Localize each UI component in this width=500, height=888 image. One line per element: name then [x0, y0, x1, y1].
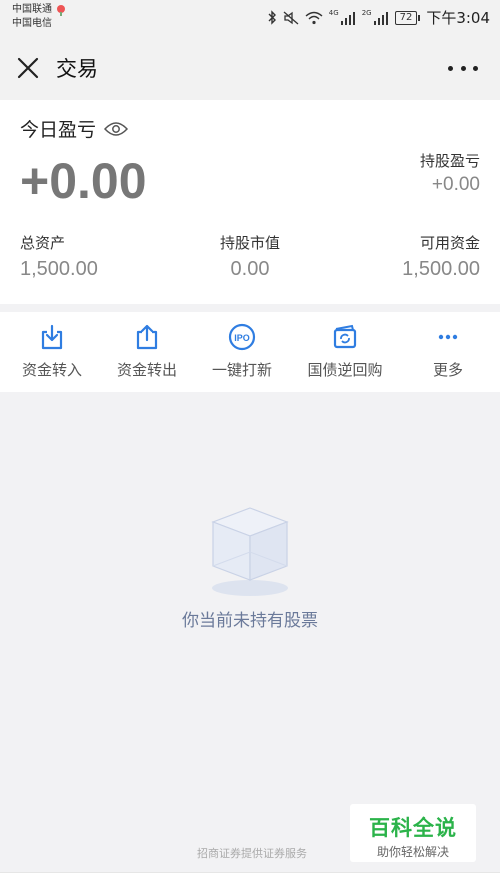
today-pl-value: +0.00 — [20, 153, 147, 209]
location-icon — [57, 5, 65, 16]
today-pl-label: 今日盈亏 — [20, 119, 97, 141]
bluetooth-icon — [268, 10, 276, 25]
signal-icon-2 — [373, 11, 388, 25]
action-row: 资金转入 资金转出 IPO 一键打新 国债逆回购 更多 — [0, 312, 500, 392]
more-label: 更多 — [432, 361, 463, 379]
holding-pl-label: 持股盈亏 — [419, 152, 480, 170]
more-dot — [448, 65, 453, 71]
signal-icon — [340, 11, 355, 25]
more-dot — [473, 65, 478, 71]
ipo-label: 一键打新 — [211, 361, 272, 379]
network-type-2: 2G — [361, 8, 372, 17]
page-title: 交易 — [56, 57, 98, 81]
carrier-1: 中国联通 — [12, 4, 52, 15]
title-bar: 交易 — [0, 36, 500, 100]
ipo-icon: IPO — [228, 323, 256, 351]
ipo-button[interactable]: IPO 一键打新 — [192, 312, 292, 392]
repo-icon — [333, 324, 357, 349]
transfer-out-label: 资金转出 — [116, 361, 177, 379]
more-dot — [460, 65, 466, 71]
watermark-logo: 百科全说 助你轻松解决 — [350, 804, 476, 862]
transfer-out-icon — [136, 324, 158, 350]
empty-box-icon — [211, 507, 289, 596]
system-icons: 4G 2G 72 下午3:04 — [267, 7, 490, 28]
status-bar: 中国联通 中国电信 4G 2G 72 下午3:04 — [0, 0, 500, 36]
transfer-in-icon — [41, 324, 63, 350]
account-summary: 今日盈亏 +0.00 持股盈亏 +0.00 总资产 1,500.00 持股市值 … — [0, 100, 500, 304]
transfer-out-button[interactable]: 资金转出 — [97, 312, 197, 392]
repo-button[interactable]: 国债逆回购 — [295, 312, 395, 392]
empty-state-text: 你当前未持有股票 — [182, 611, 318, 631]
holding-pl-value: +0.00 — [431, 174, 480, 195]
repo-label: 国债逆回购 — [307, 361, 383, 379]
transfer-in-label: 资金转入 — [21, 361, 82, 379]
battery-level: 72 — [394, 10, 418, 25]
battery-icon: 72 — [394, 10, 421, 25]
bottom-navigation — [0, 872, 500, 888]
clock: 下午3:04 — [426, 9, 490, 27]
svg-text:IPO: IPO — [234, 333, 250, 343]
network-type-1: 4G — [328, 8, 339, 17]
close-button[interactable] — [14, 54, 42, 82]
more-options-button[interactable] — [448, 56, 478, 80]
available-funds-label: 可用资金 — [419, 234, 480, 252]
eye-icon[interactable] — [104, 121, 129, 137]
wifi-icon — [305, 11, 323, 24]
today-pl-header: 今日盈亏 — [20, 115, 129, 142]
transfer-in-button[interactable]: 资金转入 — [2, 312, 102, 392]
carrier-2: 中国电信 — [12, 18, 52, 29]
close-icon — [17, 57, 39, 79]
mute-icon — [283, 11, 299, 24]
carrier-info: 中国联通 中国电信 — [12, 3, 65, 31]
watermark-subtitle: 助你轻松解决 — [376, 845, 449, 859]
more-icon — [438, 334, 458, 340]
more-button[interactable]: 更多 — [398, 312, 498, 392]
available-funds-value: 1,500.00 — [402, 258, 480, 280]
watermark-title: 百科全说 — [369, 816, 457, 840]
